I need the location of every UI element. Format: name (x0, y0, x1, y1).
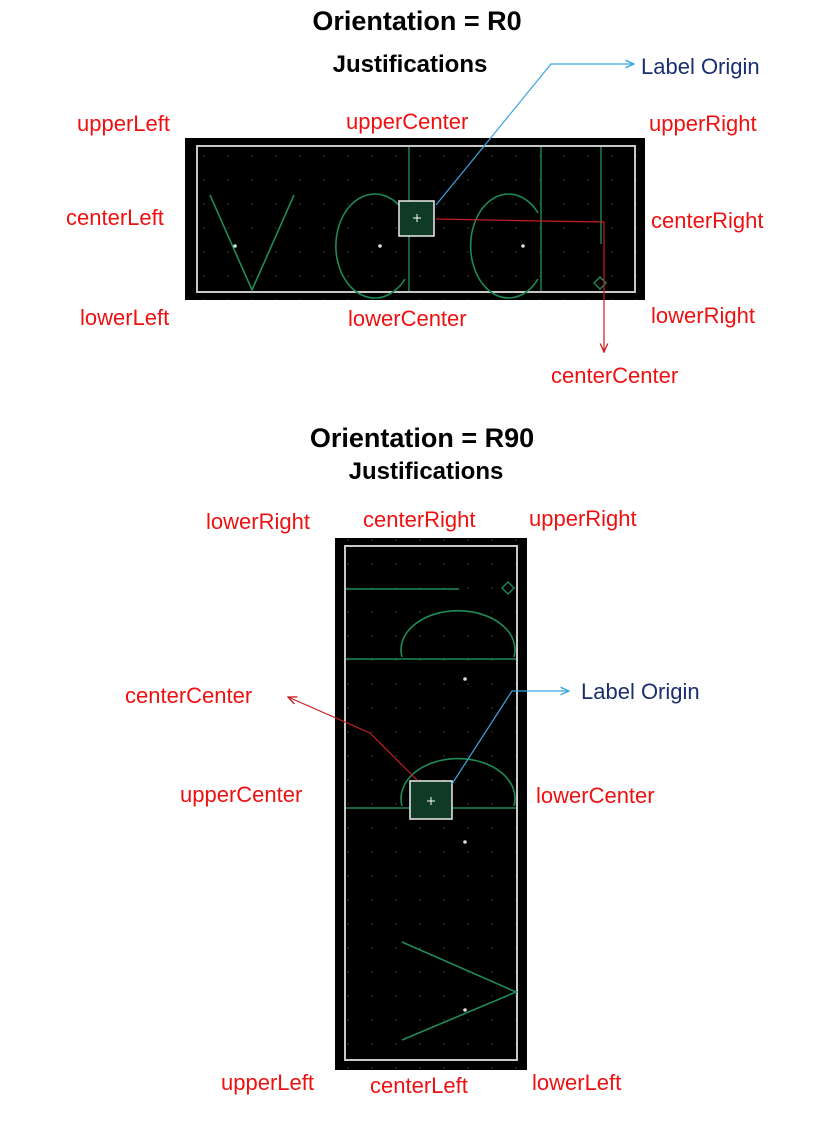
diagram-canvas (185, 0, 645, 1070)
figure2-label-upper-left: upperLeft (221, 1070, 314, 1095)
figure1-label-origin: Label Origin (641, 54, 760, 79)
figure1-center-dot (521, 244, 525, 248)
figure1-label-center-center: centerCenter (551, 363, 679, 388)
figure1-label-upper-right: upperRight (649, 111, 757, 136)
figure2-label-upper-center: upperCenter (180, 782, 303, 807)
figure1-label-upper-center: upperCenter (346, 109, 469, 134)
figure1-center-dot (233, 244, 237, 248)
figure2-canvas (335, 538, 527, 1070)
figure2-label-center-center: centerCenter (125, 683, 253, 708)
figure2-center-dot (463, 840, 467, 844)
figure2-label-lower-right: lowerRight (206, 509, 310, 534)
figure1-label-lower-left: lowerLeft (80, 305, 170, 330)
figure2-label-lower-left: lowerLeft (532, 1070, 622, 1095)
figure1-label-lower-right: lowerRight (651, 303, 755, 328)
figure1-canvas (185, 138, 645, 300)
figure2-label-lower-center: lowerCenter (536, 783, 655, 808)
figure1-center-dot (378, 244, 382, 248)
figure1-label-lower-center: lowerCenter (348, 306, 467, 331)
figure1-label-center-right: centerRight (651, 208, 764, 233)
figure1-label-center-left: centerLeft (66, 205, 164, 230)
figure2-center-dot (463, 1008, 467, 1012)
figure2-label-origin: Label Origin (581, 679, 700, 704)
figure2-label-center-right: centerRight (363, 507, 476, 532)
figure2-center-dot (463, 677, 467, 681)
figure2-label-upper-right: upperRight (529, 506, 637, 531)
figure2-label-center-left: centerLeft (370, 1073, 468, 1098)
figure1-label-upper-left: upperLeft (77, 111, 170, 136)
